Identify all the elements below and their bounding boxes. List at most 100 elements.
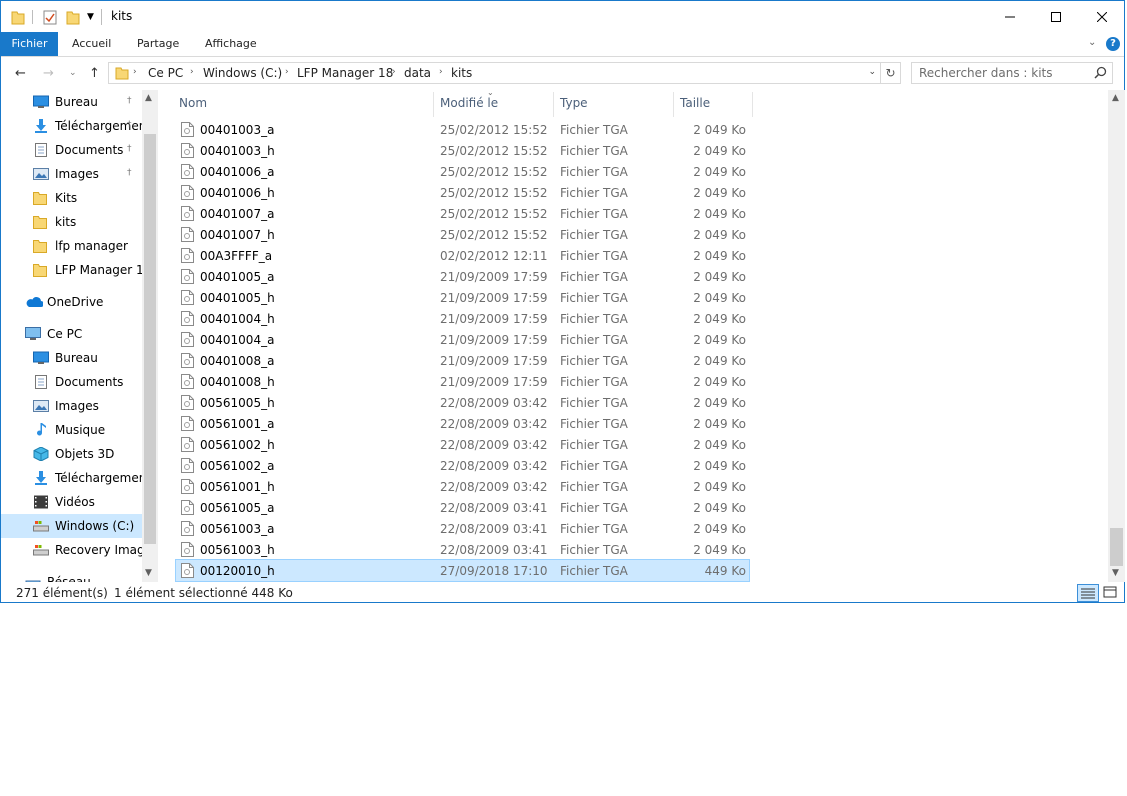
column-header-name[interactable]: Nom bbox=[179, 90, 207, 117]
tga-file-icon bbox=[181, 395, 194, 413]
quick-access-dropdown-icon[interactable]: ▼ bbox=[87, 1, 94, 32]
file-row[interactable]: 00561005_a 22/08/2009 03:41 Fichier TGA 2 0… bbox=[176, 497, 749, 518]
close-button[interactable] bbox=[1079, 1, 1125, 32]
column-divider[interactable] bbox=[752, 92, 753, 117]
tab-affichage[interactable]: Affichage bbox=[205, 32, 257, 56]
pin-icon[interactable]: † bbox=[127, 120, 132, 130]
column-header-modified[interactable]: Modifié le bbox=[440, 90, 498, 117]
file-row[interactable]: 00561003_a 22/08/2009 03:41 Fichier TGA 2 0… bbox=[176, 518, 749, 539]
nav-item[interactable]: Musique bbox=[1, 418, 143, 442]
breadcrumb-separator-icon[interactable]: › bbox=[285, 67, 289, 77]
column-divider[interactable] bbox=[673, 92, 674, 117]
breadcrumb-data[interactable]: data bbox=[404, 66, 431, 80]
breadcrumb-this-pc[interactable]: Ce PC bbox=[148, 66, 183, 80]
file-row[interactable]: 00401006_h 25/02/2012 15:52 Fichier TGA 2 0… bbox=[176, 182, 749, 203]
scroll-down-icon[interactable]: ▼ bbox=[145, 568, 152, 578]
file-row[interactable]: 00561003_h 22/08/2009 03:41 Fichier TGA 2 0… bbox=[176, 539, 749, 560]
expand-ribbon-icon[interactable]: ⌄ bbox=[1088, 37, 1096, 48]
file-row[interactable]: 00401003_h 25/02/2012 15:52 Fichier TGA 2 0… bbox=[176, 140, 749, 161]
file-row[interactable]: 00401005_a 21/09/2009 17:59 Fichier TGA 2 0… bbox=[176, 266, 749, 287]
file-row[interactable]: 00561002_h 22/08/2009 03:42 Fichier TGA 2 0… bbox=[176, 434, 749, 455]
column-divider[interactable] bbox=[553, 92, 554, 117]
file-row[interactable]: 00561002_a 22/08/2009 03:42 Fichier TGA 2 0… bbox=[176, 455, 749, 476]
file-row[interactable]: 00401003_a 25/02/2012 15:52 Fichier TGA 2 0… bbox=[176, 119, 749, 140]
file-row[interactable]: 00401004_a 21/09/2009 17:59 Fichier TGA 2 0… bbox=[176, 329, 749, 350]
search-box[interactable] bbox=[911, 62, 1113, 84]
properties-icon[interactable] bbox=[43, 1, 57, 32]
address-bar[interactable]: › Ce PC › Windows (C:) › LFP Manager 18 … bbox=[108, 62, 881, 84]
column-header-type[interactable]: Type bbox=[560, 90, 588, 117]
nav-item[interactable]: Images bbox=[1, 394, 143, 418]
back-arrow-icon[interactable]: ← bbox=[15, 66, 26, 81]
search-icon[interactable] bbox=[1094, 66, 1107, 82]
pin-icon[interactable]: † bbox=[127, 168, 132, 178]
nav-item[interactable]: Kits bbox=[1, 186, 143, 210]
file-row[interactable]: 00120010_h 27/09/2018 17:10 Fichier TGA 449… bbox=[175, 559, 750, 582]
breadcrumb-kits[interactable]: kits bbox=[451, 66, 472, 80]
breadcrumb-separator-icon[interactable]: › bbox=[392, 67, 396, 77]
breadcrumb-separator-icon[interactable]: › bbox=[133, 67, 137, 77]
nav-item[interactable]: lfp manager bbox=[1, 234, 143, 258]
forward-arrow-icon[interactable]: → bbox=[43, 66, 54, 81]
file-row[interactable]: 00561001_h 22/08/2009 03:42 Fichier TGA 2 0… bbox=[176, 476, 749, 497]
pin-icon[interactable]: † bbox=[127, 144, 132, 154]
address-dropdown-icon[interactable]: ⌄ bbox=[868, 67, 876, 77]
refresh-button[interactable]: ↻ bbox=[881, 62, 901, 84]
nav-item[interactable]: kits bbox=[1, 210, 143, 234]
file-row[interactable]: 00401007_a 25/02/2012 15:52 Fichier TGA 2 0… bbox=[176, 203, 749, 224]
column-header-size[interactable]: Taille bbox=[680, 90, 710, 117]
file-row[interactable]: 00401007_h 25/02/2012 15:52 Fichier TGA 2 0… bbox=[176, 224, 749, 245]
pin-icon[interactable]: † bbox=[127, 96, 132, 106]
nav-item[interactable]: Objets 3D bbox=[1, 442, 143, 466]
file-row[interactable]: 00401008_a 21/09/2009 17:59 Fichier TGA 2 0… bbox=[176, 350, 749, 371]
file-row[interactable]: 00561005_h 22/08/2009 03:42 Fichier TGA 2 0… bbox=[176, 392, 749, 413]
nav-item[interactable]: Bureau bbox=[1, 346, 143, 370]
maximize-button[interactable] bbox=[1033, 1, 1079, 32]
scroll-up-icon[interactable]: ▲ bbox=[1112, 93, 1119, 103]
nav-item[interactable]: Documents bbox=[1, 370, 143, 394]
file-row[interactable]: 00401006_a 25/02/2012 15:52 Fichier TGA 2 0… bbox=[176, 161, 749, 182]
nav-this-pc[interactable]: Ce PC bbox=[1, 322, 143, 346]
file-name: 00401006_h bbox=[200, 186, 275, 200]
recent-locations-icon[interactable]: ⌄ bbox=[69, 68, 77, 78]
file-row[interactable]: 00561001_a 22/08/2009 03:42 Fichier TGA 2 0… bbox=[176, 413, 749, 434]
details-view-button[interactable] bbox=[1077, 584, 1099, 602]
tab-partage[interactable]: Partage bbox=[137, 32, 179, 56]
new-folder-icon[interactable] bbox=[66, 1, 80, 32]
tab-fichier[interactable]: Fichier bbox=[1, 32, 58, 56]
breadcrumb-windows-c[interactable]: Windows (C:) bbox=[203, 66, 282, 80]
breadcrumb-lfp-manager[interactable]: LFP Manager 18 bbox=[297, 66, 393, 80]
nav-item[interactable]: Images † bbox=[1, 162, 143, 186]
file-list-scrollbar[interactable]: ▲ ▼ bbox=[1108, 90, 1125, 582]
scroll-up-icon[interactable]: ▲ bbox=[145, 93, 152, 103]
up-arrow-icon[interactable]: ↑ bbox=[89, 66, 100, 81]
breadcrumb-separator-icon[interactable]: › bbox=[190, 67, 194, 77]
nav-item[interactable]: Bureau † bbox=[1, 90, 143, 114]
tab-accueil[interactable]: Accueil bbox=[72, 32, 111, 56]
nav-scroll-thumb[interactable] bbox=[144, 134, 156, 544]
folder-icon[interactable] bbox=[11, 1, 25, 32]
breadcrumb-separator-icon[interactable]: › bbox=[439, 67, 443, 77]
nav-network[interactable]: Réseau bbox=[1, 570, 143, 582]
file-row[interactable]: 00401008_h 21/09/2009 17:59 Fichier TGA 2 0… bbox=[176, 371, 749, 392]
search-input[interactable] bbox=[919, 65, 1089, 81]
file-list-scroll-thumb[interactable] bbox=[1110, 528, 1123, 566]
nav-item[interactable]: LFP Manager 18 bbox=[1, 258, 143, 282]
nav-item[interactable]: Vidéos bbox=[1, 490, 143, 514]
minimize-button[interactable] bbox=[987, 1, 1033, 32]
file-row[interactable]: 00A3FFFF_a 02/02/2012 12:11 Fichier TGA 2 0… bbox=[176, 245, 749, 266]
nav-item[interactable]: Windows (C:) bbox=[1, 514, 143, 538]
large-icons-view-button[interactable] bbox=[1100, 584, 1122, 602]
nav-item[interactable]: Documents † bbox=[1, 138, 143, 162]
tga-file-icon bbox=[181, 143, 194, 161]
nav-item[interactable]: Téléchargements bbox=[1, 466, 143, 490]
file-row[interactable]: 00401004_h 21/09/2009 17:59 Fichier TGA 2 0… bbox=[176, 308, 749, 329]
nav-item[interactable]: Téléchargements† bbox=[1, 114, 143, 138]
scroll-down-icon[interactable]: ▼ bbox=[1112, 568, 1119, 578]
help-icon[interactable]: ? bbox=[1106, 37, 1120, 51]
column-divider[interactable] bbox=[433, 92, 434, 117]
nav-item[interactable]: Recovery Image bbox=[1, 538, 143, 562]
nav-scrollbar[interactable]: ▲ ▼ bbox=[142, 90, 158, 582]
file-row[interactable]: 00401005_h 21/09/2009 17:59 Fichier TGA 2 0… bbox=[176, 287, 749, 308]
nav-onedrive[interactable]: OneDrive bbox=[1, 290, 143, 314]
